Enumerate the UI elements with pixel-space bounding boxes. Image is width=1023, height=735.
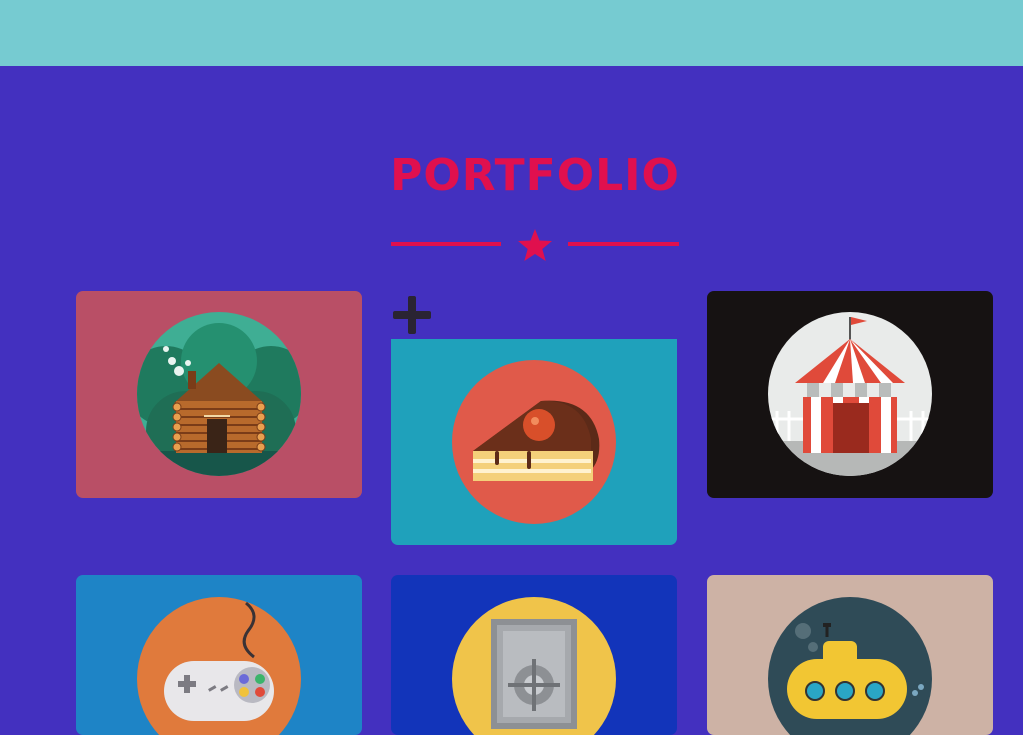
title-divider — [391, 229, 679, 261]
circus-tent-icon — [768, 312, 932, 476]
portfolio-item-submarine[interactable] — [707, 575, 993, 735]
cake-slice-icon — [452, 360, 616, 524]
star-icon — [518, 229, 552, 261]
game-controller-icon — [137, 597, 301, 735]
safe-icon — [452, 597, 616, 735]
divider-line-left — [391, 242, 501, 246]
portfolio-item-log-cabin[interactable] — [76, 291, 362, 498]
portfolio-item-cake[interactable] — [391, 339, 677, 545]
portfolio-item-safe[interactable] — [391, 575, 677, 735]
portfolio-item-controller[interactable] — [76, 575, 362, 735]
submarine-icon — [768, 597, 932, 735]
divider-line-right — [568, 242, 679, 246]
section-title: PORTFOLIO — [390, 150, 680, 201]
top-navigation-bar — [0, 0, 1023, 66]
log-cabin-icon — [137, 312, 301, 476]
portfolio-item-circus[interactable] — [707, 291, 993, 498]
plus-icon[interactable] — [391, 294, 433, 336]
